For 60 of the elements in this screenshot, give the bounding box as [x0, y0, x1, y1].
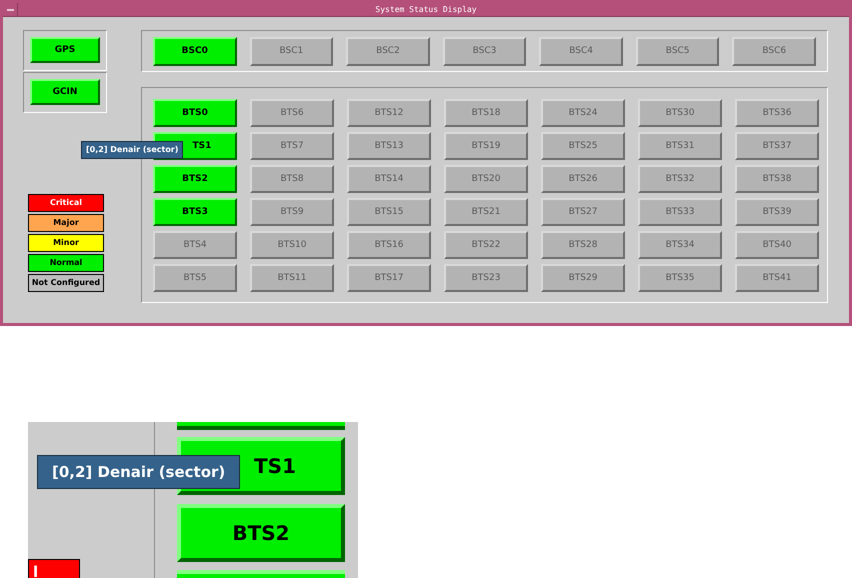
bts-button[interactable]: BTS17 [347, 264, 431, 292]
bts-button[interactable]: BTS10 [250, 231, 334, 259]
bts-button[interactable]: BTS35 [638, 264, 722, 292]
bts-button[interactable]: BTS29 [541, 264, 625, 292]
bts-button[interactable]: BTS12 [347, 99, 431, 127]
bts-button[interactable]: BTS28 [541, 231, 625, 259]
bts-button[interactable]: BTS8 [250, 165, 334, 193]
bts-button[interactable]: BTS22 [444, 231, 528, 259]
bsc-button[interactable]: BSC0 [153, 37, 237, 66]
bts-button[interactable]: BTS36 [735, 99, 819, 127]
unit-button[interactable]: GPS [30, 37, 100, 63]
legend-item: Minor [28, 234, 104, 252]
bts-button[interactable]: BTS14 [347, 165, 431, 193]
bts-button[interactable]: BTS34 [638, 231, 722, 259]
bsc-button[interactable]: BSC6 [732, 37, 816, 66]
bts-button[interactable]: BTS27 [541, 198, 625, 226]
bts-button[interactable]: BTS41 [735, 264, 819, 292]
bts-button[interactable]: BTS4 [153, 231, 237, 259]
bts-button[interactable]: BTS19 [444, 132, 528, 160]
bts-button[interactable]: BTS25 [541, 132, 625, 160]
bsc-button[interactable]: BSC3 [442, 37, 526, 66]
legend-item: Normal [28, 254, 104, 272]
bts-button[interactable]: BTS3 [153, 198, 237, 226]
legend-item: Not Configured [28, 274, 104, 292]
tooltip: [0,2] Denair (sector) [81, 141, 184, 159]
bts-button[interactable]: BTS2 [153, 165, 237, 193]
legend-item: l [28, 559, 80, 578]
bts-button[interactable]: BTS40 [735, 231, 819, 259]
bsc-button[interactable]: BSC4 [539, 37, 623, 66]
bts-button[interactable]: BTS21 [444, 198, 528, 226]
bsc-button[interactable]: BSC5 [636, 37, 720, 66]
bsc-button[interactable]: BSC1 [250, 37, 334, 66]
bts-button[interactable]: BTS23 [444, 264, 528, 292]
legend-item: Critical [28, 194, 104, 212]
bts-button[interactable]: BTS37 [735, 132, 819, 160]
bsc-button[interactable]: BSC2 [346, 37, 430, 66]
bts-button[interactable]: BTS9 [250, 198, 334, 226]
bts-button[interactable]: BTS31 [638, 132, 722, 160]
window-title: System Status Display [375, 6, 477, 14]
bts-button[interactable]: BTS26 [541, 165, 625, 193]
bts-button[interactable]: BTS7 [250, 132, 334, 160]
bts-button[interactable]: BTS33 [638, 198, 722, 226]
bts-button[interactable]: BTS39 [735, 198, 819, 226]
bts-button[interactable]: BTS5 [153, 264, 237, 292]
legend-item: Major [28, 214, 104, 232]
bts-button[interactable]: BTS18 [444, 99, 528, 127]
bts-button[interactable]: BTS6 [250, 99, 334, 127]
bts-button[interactable]: BTS38 [735, 165, 819, 193]
bts-button[interactable]: BTS32 [638, 165, 722, 193]
tooltip: [0,2] Denair (sector) [37, 455, 240, 489]
bts-button[interactable]: BTS30 [638, 99, 722, 127]
bts-button[interactable]: BTS16 [347, 231, 431, 259]
bts-button[interactable]: BTS15 [347, 198, 431, 226]
bts-button[interactable]: BTS0 [153, 99, 237, 127]
bts-button[interactable]: BTS11 [250, 264, 334, 292]
bts-button[interactable]: BTS2 [177, 504, 345, 562]
bts-button[interactable]: BTS24 [541, 99, 625, 127]
bts-button[interactable]: BTS20 [444, 165, 528, 193]
unit-button[interactable]: GCIN [30, 79, 100, 105]
bts-button[interactable]: BTS13 [347, 132, 431, 160]
